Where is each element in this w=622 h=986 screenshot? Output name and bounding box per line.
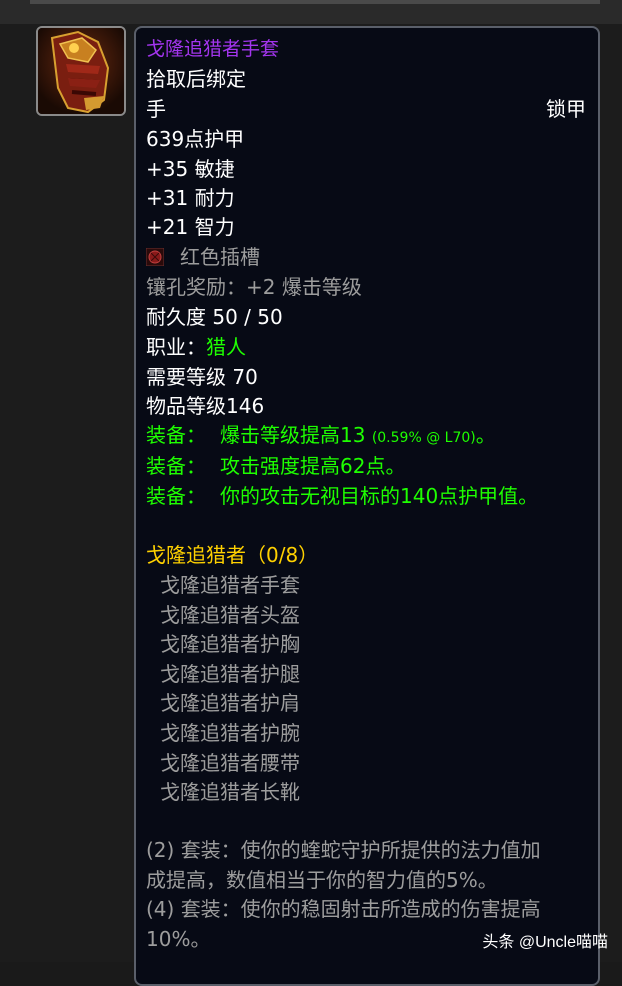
equip-suffix: 。 [475, 423, 496, 447]
equip-prefix: 装备： [146, 454, 206, 478]
set-piece: 戈隆追猎者护腿 [160, 662, 300, 686]
top-divider [30, 0, 600, 4]
set-bonus-4-line-2: 10%。 [146, 927, 211, 951]
class-label: 职业： [146, 335, 206, 359]
screen: 戈隆追猎者手套 拾取后绑定 手 锁甲 639点护甲 +35 敏捷 +31 耐力 … [0, 0, 622, 986]
class-row: 职业：猎人 [146, 334, 246, 360]
item-tooltip: 戈隆追猎者手套 拾取后绑定 手 锁甲 639点护甲 +35 敏捷 +31 耐力 … [134, 26, 600, 986]
set-piece: 戈隆追猎者头盔 [160, 603, 300, 627]
set-piece: 戈隆追猎者护胸 [160, 632, 300, 656]
equip-text: 攻击强度提高62点。 [220, 454, 406, 478]
set-piece: 戈隆追猎者护腕 [160, 721, 300, 745]
set-piece: 戈隆追猎者护肩 [160, 691, 300, 715]
stat-agility: +35 敏捷 [146, 157, 235, 181]
equip-line-1: 装备： 爆击等级提高13 (0.59% @ L70)。 [146, 422, 496, 451]
equip-prefix: 装备： [146, 484, 206, 508]
equip-line-3: 装备： 你的攻击无视目标的140点护甲值。 [146, 483, 538, 509]
watermark: 头条 @Uncle喵喵 [482, 934, 608, 951]
socket-bonus: 镶孔奖励：+2 爆击等级 [146, 275, 362, 299]
equip-line-2: 装备： 攻击强度提高62点。 [146, 453, 405, 479]
item-level: 物品等级146 [146, 394, 265, 418]
set-piece: 戈隆追猎者长靴 [160, 780, 300, 804]
set-piece: 戈隆追猎者手套 [160, 573, 300, 597]
set-bonus-2-line-1: (2) 套装：使你的蝰蛇守护所提供的法力值加 [146, 838, 541, 862]
armor-type-text: 锁甲 [546, 97, 586, 121]
item-icon-frame[interactable] [36, 26, 126, 116]
socket-row: 红色插槽 [145, 244, 260, 270]
armor-value: 639点护甲 [146, 127, 245, 151]
class-value: 猎人 [206, 335, 246, 359]
stat-intellect: +21 智力 [146, 215, 235, 239]
set-bonus-4-line-1: (4) 套装：使你的稳固射击所造成的伤害提高 [146, 897, 541, 921]
equip-note: (0.59% @ L70) [371, 430, 476, 446]
equip-text: 爆击等级提高13 [220, 423, 366, 447]
durability-text: 耐久度 50 / 50 [146, 305, 283, 329]
set-bonus-2-line-2: 成提高，数值相当于你的智力值的5%。 [146, 868, 498, 892]
equip-text: 你的攻击无视目标的140点护甲值。 [220, 484, 539, 508]
equip-prefix: 装备： [146, 423, 206, 447]
set-title: 戈隆追猎者（0/8） [146, 543, 319, 567]
gauntlet-icon [38, 28, 124, 114]
socket-label: 红色插槽 [180, 245, 260, 269]
required-level: 需要等级 70 [146, 365, 258, 389]
stat-stamina: +31 耐力 [146, 186, 235, 210]
item-name: 戈隆追猎者手套 [146, 38, 280, 60]
slot-text: 手 [146, 97, 166, 121]
set-piece: 戈隆追猎者腰带 [160, 751, 300, 775]
red-socket-icon [145, 246, 165, 267]
binding-text: 拾取后绑定 [146, 67, 246, 91]
